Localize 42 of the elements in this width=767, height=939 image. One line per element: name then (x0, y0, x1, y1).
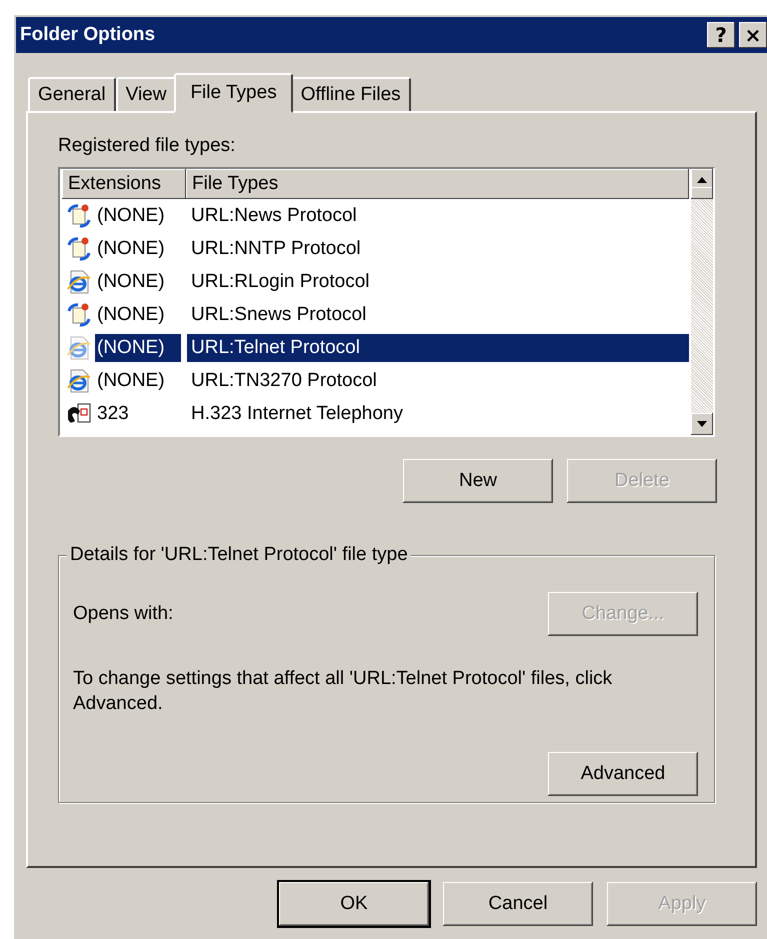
tab[interactable]: Offline Files (290, 77, 411, 111)
down-arrow-icon (697, 421, 707, 427)
button[interactable]: Cancel (443, 882, 593, 926)
table-cell[interactable]: URL:News Protocol (187, 202, 689, 230)
tab[interactable]: View (116, 77, 176, 111)
table-cell[interactable]: URL:NNTP Protocol (187, 234, 689, 262)
table-cell[interactable]: URL:Telnet Protocol (187, 334, 689, 362)
browser-document-icon (66, 268, 92, 294)
button[interactable]: OK (279, 882, 429, 926)
up-arrow-icon (697, 177, 707, 183)
document-arrows-icon (66, 302, 92, 328)
table-cell[interactable]: (NONE) (95, 366, 181, 394)
table-cell[interactable]: (NONE) (95, 334, 181, 362)
button[interactable]: New (403, 459, 553, 503)
table-cell[interactable]: (NONE) (95, 268, 181, 296)
help-button[interactable]: ? (707, 22, 735, 48)
table-cell[interactable]: (NONE) (95, 300, 181, 328)
window-title: Folder Options (20, 24, 156, 46)
table-cell[interactable]: 323 (95, 400, 181, 428)
column-header[interactable]: File Types (186, 169, 689, 199)
column-header[interactable]: Extensions (62, 169, 186, 199)
opens-with-label: Opens with: (73, 603, 174, 625)
browser-document-icon (66, 334, 92, 360)
scroll-down-button[interactable] (691, 413, 713, 435)
list-label: Registered file types: (58, 135, 236, 157)
document-arrows-icon (66, 202, 92, 228)
group-legend: Details for 'URL:Telnet Protocol' file type (67, 544, 411, 566)
table-cell[interactable]: H.323 Internet Telephony (187, 400, 689, 428)
browser-document-icon (66, 368, 92, 394)
table-cell[interactable]: (NONE) (95, 202, 181, 230)
table-cell[interactable]: (NONE) (95, 234, 181, 262)
button[interactable]: Advanced (548, 752, 698, 796)
table-cell[interactable]: URL:Snews Protocol (187, 300, 689, 328)
close-button[interactable]: × (739, 22, 767, 48)
scroll-thumb[interactable] (691, 187, 713, 199)
tab[interactable]: General (28, 77, 116, 111)
document-arrows-icon (66, 236, 92, 262)
table-cell[interactable]: URL:TN3270 Protocol (187, 366, 689, 394)
scrollbar[interactable] (691, 169, 713, 435)
table-cell[interactable]: URL:RLogin Protocol (187, 268, 689, 296)
tab[interactable]: File Types (174, 73, 293, 113)
description-text: To change settings that affect all 'URL:Telnet Protocol' files, click Advanced. (73, 667, 614, 716)
